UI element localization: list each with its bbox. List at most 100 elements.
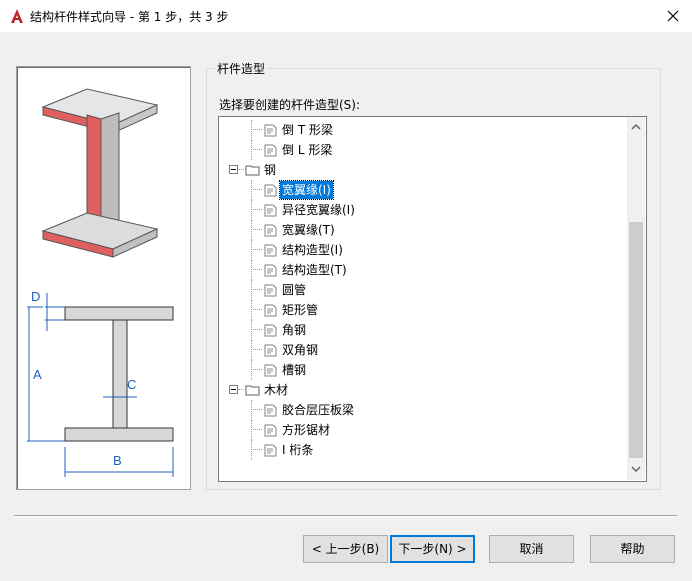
dim-label-a: A: [33, 367, 42, 382]
tree-item[interactable]: 倒 L 形梁: [219, 140, 619, 160]
tree-item-label: 结构造型(T): [282, 263, 347, 277]
tree-item-label: 矩形管: [282, 303, 319, 317]
tree-connector: [251, 360, 252, 380]
member-shape-icon: [264, 364, 277, 377]
tree-item-label: 胶合层压板梁: [282, 403, 355, 417]
preview-panel: D A C B: [16, 66, 191, 490]
collapse-icon[interactable]: [229, 385, 238, 394]
tree-item[interactable]: 角钢: [219, 320, 619, 340]
group-legend: 杆件造型: [215, 60, 268, 77]
tree-connector: [251, 400, 252, 420]
member-shape-icon: [264, 184, 277, 197]
tree-item-label: 木材: [264, 383, 289, 397]
tree-connector: [251, 349, 262, 350]
tree-connector: [251, 189, 262, 190]
tree-label: 选择要创建的杆件造型(S):: [219, 98, 361, 112]
tree-item[interactable]: 宽翼缘(T): [219, 220, 619, 240]
tree-connector: [238, 389, 244, 390]
member-shape-icon: [264, 444, 277, 457]
tree-connector: [251, 220, 252, 240]
tree-item[interactable]: 宽翼缘(I): [219, 180, 619, 200]
member-shape-icon: [264, 304, 277, 317]
tree-connector: [251, 420, 252, 440]
tree-item-label: 结构造型(I): [282, 243, 343, 257]
window-title: 结构杆件样式向导 - 第 1 步，共 3 步: [30, 10, 229, 24]
tree-item[interactable]: 槽钢: [219, 360, 619, 380]
tree-item[interactable]: I 桁条: [219, 440, 619, 460]
tree-connector: [251, 149, 262, 150]
tree-connector: [251, 180, 252, 200]
member-shape-icon: [264, 404, 277, 417]
member-shape-icon: [264, 144, 277, 157]
tree-item[interactable]: 异径宽翼缘(I): [219, 200, 619, 220]
tree-item[interactable]: 倒 T 形梁: [219, 120, 619, 140]
tree-connector: [251, 240, 252, 260]
tree-connector: [251, 429, 262, 430]
tree-item[interactable]: 双角钢: [219, 340, 619, 360]
tree-connector: [251, 320, 252, 340]
tree-item[interactable]: 结构造型(I): [219, 240, 619, 260]
autocad-logo-icon: [11, 9, 23, 23]
back-button[interactable]: < 上一步(B): [303, 535, 388, 563]
tree-connector: [251, 269, 262, 270]
tree-scrollbar[interactable]: [627, 117, 645, 480]
tree-connector: [251, 260, 252, 280]
tree-connector: [251, 289, 262, 290]
footer-divider: [14, 515, 677, 517]
member-shape-icon: [264, 424, 277, 437]
folder-icon: [245, 385, 260, 396]
tree-connector: [251, 409, 262, 410]
help-button[interactable]: 帮助: [590, 535, 675, 563]
member-shape-icon: [264, 264, 277, 277]
tree-item-label: 角钢: [282, 323, 307, 337]
tree-connector: [251, 209, 262, 210]
tree-item-label: 异径宽翼缘(I): [282, 203, 355, 217]
scrollbar-thumb[interactable]: [629, 222, 643, 458]
tree-item-label: 槽钢: [282, 363, 307, 377]
cancel-button[interactable]: 取消: [489, 535, 574, 563]
tree-connector: [251, 329, 262, 330]
dim-label-b: B: [113, 453, 122, 468]
member-shape-icon: [264, 224, 277, 237]
tree-folder[interactable]: 钢: [219, 160, 619, 180]
dim-label-d: D: [31, 289, 40, 304]
member-shape-icon: [264, 244, 277, 257]
close-icon[interactable]: [664, 7, 682, 25]
tree-connector: [251, 280, 252, 300]
tree-folder[interactable]: 木材: [219, 380, 619, 400]
tree-connector: [251, 369, 262, 370]
tree-connector: [251, 129, 262, 130]
tree-item-label: 宽翼缘(I): [279, 180, 334, 200]
scroll-up-icon[interactable]: [631, 123, 641, 131]
member-shape-icon: [264, 284, 277, 297]
collapse-icon[interactable]: [229, 165, 238, 174]
tree-connector: [251, 229, 262, 230]
tree-item-label: 钢: [264, 163, 277, 177]
tree-connector: [251, 249, 262, 250]
title-bar: 结构杆件样式向导 - 第 1 步，共 3 步: [0, 0, 692, 32]
tree-item[interactable]: 方形锯材: [219, 420, 619, 440]
tree-item[interactable]: 结构造型(T): [219, 260, 619, 280]
tree-connector: [238, 169, 244, 170]
tree-item-label: 倒 L 形梁: [282, 143, 333, 157]
tree-item[interactable]: 矩形管: [219, 300, 619, 320]
member-shape-icon: [264, 324, 277, 337]
member-shape-icon: [264, 204, 277, 217]
folder-icon: [245, 165, 260, 176]
tree-connector: [251, 200, 252, 220]
tree-connector: [251, 340, 252, 360]
shape-tree[interactable]: 倒 T 形梁倒 L 形梁钢宽翼缘(I) 异径宽翼缘(I) 宽翼缘(T) 结构造型(I)…: [218, 116, 647, 482]
tree-connector: [251, 309, 262, 310]
tree-item-label: I 桁条: [282, 443, 314, 457]
scroll-down-icon[interactable]: [631, 465, 641, 473]
tree-connector: [251, 120, 252, 140]
member-shape-icon: [264, 344, 277, 357]
tree-item-label: 圆管: [282, 283, 307, 297]
tree-item-label: 宽翼缘(T): [282, 223, 335, 237]
next-button[interactable]: 下一步(N) >: [390, 535, 475, 563]
tree-connector: [251, 449, 262, 450]
tree-connector: [251, 140, 252, 160]
tree-item[interactable]: 胶合层压板梁: [219, 400, 619, 420]
tree-item[interactable]: 圆管: [219, 280, 619, 300]
tree-connector: [251, 300, 252, 320]
